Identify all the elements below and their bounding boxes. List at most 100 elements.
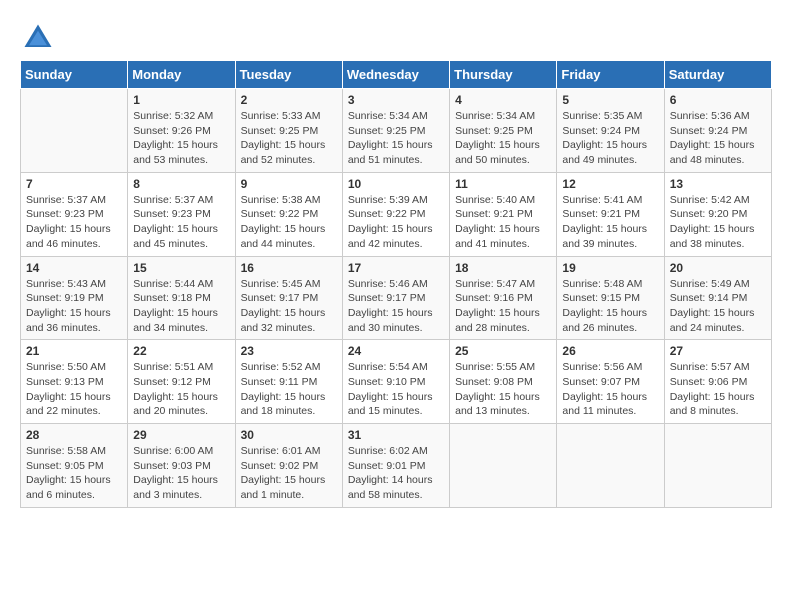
calendar-cell: 18 Sunrise: 5:47 AM Sunset: 9:16 PM Dayli… [450, 256, 557, 340]
week-row-0: 1 Sunrise: 5:32 AM Sunset: 9:26 PM Daylig… [21, 89, 772, 173]
calendar-body: 1 Sunrise: 5:32 AM Sunset: 9:26 PM Daylig… [21, 89, 772, 508]
calendar-cell: 7 Sunrise: 5:37 AM Sunset: 9:23 PM Daylig… [21, 172, 128, 256]
calendar-cell: 23 Sunrise: 5:52 AM Sunset: 9:11 PM Dayli… [235, 340, 342, 424]
cell-content: Sunrise: 5:55 AM Sunset: 9:08 PM Dayligh… [455, 360, 551, 419]
calendar-cell: 25 Sunrise: 5:55 AM Sunset: 9:08 PM Dayli… [450, 340, 557, 424]
day-number: 4 [455, 93, 551, 107]
logo-icon [20, 20, 56, 56]
cell-content: Sunrise: 5:57 AM Sunset: 9:06 PM Dayligh… [670, 360, 766, 419]
cell-content: Sunrise: 5:52 AM Sunset: 9:11 PM Dayligh… [241, 360, 337, 419]
calendar-cell: 10 Sunrise: 5:39 AM Sunset: 9:22 PM Dayli… [342, 172, 449, 256]
day-number: 5 [562, 93, 658, 107]
day-number: 26 [562, 344, 658, 358]
week-row-2: 14Sunrise: 5:43 AM Sunset: 9:19 PM Dayli… [21, 256, 772, 340]
cell-content: Sunrise: 5:32 AM Sunset: 9:26 PM Dayligh… [133, 109, 229, 168]
logo [20, 20, 60, 56]
calendar-table: SundayMondayTuesdayWednesdayThursdayFrid… [20, 60, 772, 508]
calendar-header: SundayMondayTuesdayWednesdayThursdayFrid… [21, 61, 772, 89]
calendar-cell: 2 Sunrise: 5:33 AM Sunset: 9:25 PM Daylig… [235, 89, 342, 173]
day-number: 29 [133, 428, 229, 442]
week-row-1: 7 Sunrise: 5:37 AM Sunset: 9:23 PM Daylig… [21, 172, 772, 256]
calendar-cell: 21Sunrise: 5:50 AM Sunset: 9:13 PM Dayli… [21, 340, 128, 424]
calendar-cell: 31 Sunrise: 6:02 AM Sunset: 9:01 PM Dayli… [342, 424, 449, 508]
day-number: 19 [562, 261, 658, 275]
day-header-thursday: Thursday [450, 61, 557, 89]
day-number: 10 [348, 177, 444, 191]
cell-content: Sunrise: 5:48 AM Sunset: 9:15 PM Dayligh… [562, 277, 658, 336]
calendar-cell: 26Sunrise: 5:56 AM Sunset: 9:07 PM Dayli… [557, 340, 664, 424]
calendar-cell: 6 Sunrise: 5:36 AM Sunset: 9:24 PM Daylig… [664, 89, 771, 173]
day-number: 11 [455, 177, 551, 191]
day-header-friday: Friday [557, 61, 664, 89]
cell-content: Sunrise: 5:45 AM Sunset: 9:17 PM Dayligh… [241, 277, 337, 336]
week-row-3: 21Sunrise: 5:50 AM Sunset: 9:13 PM Dayli… [21, 340, 772, 424]
cell-content: Sunrise: 5:44 AM Sunset: 9:18 PM Dayligh… [133, 277, 229, 336]
cell-content: Sunrise: 5:47 AM Sunset: 9:16 PM Dayligh… [455, 277, 551, 336]
calendar-cell: 1 Sunrise: 5:32 AM Sunset: 9:26 PM Daylig… [128, 89, 235, 173]
day-header-saturday: Saturday [664, 61, 771, 89]
calendar-cell: 4Sunrise: 5:34 AM Sunset: 9:25 PM Daylig… [450, 89, 557, 173]
calendar-cell: 11 Sunrise: 5:40 AM Sunset: 9:21 PM Dayli… [450, 172, 557, 256]
calendar-cell: 27 Sunrise: 5:57 AM Sunset: 9:06 PM Dayli… [664, 340, 771, 424]
day-number: 27 [670, 344, 766, 358]
calendar-cell: 29 Sunrise: 6:00 AM Sunset: 9:03 PM Dayli… [128, 424, 235, 508]
cell-content: Sunrise: 5:54 AM Sunset: 9:10 PM Dayligh… [348, 360, 444, 419]
day-number: 18 [455, 261, 551, 275]
day-number: 2 [241, 93, 337, 107]
day-number: 30 [241, 428, 337, 442]
header-row: SundayMondayTuesdayWednesdayThursdayFrid… [21, 61, 772, 89]
day-number: 24 [348, 344, 444, 358]
day-number: 22 [133, 344, 229, 358]
cell-content: Sunrise: 5:46 AM Sunset: 9:17 PM Dayligh… [348, 277, 444, 336]
calendar-cell: 14Sunrise: 5:43 AM Sunset: 9:19 PM Dayli… [21, 256, 128, 340]
calendar-cell [450, 424, 557, 508]
day-number: 21 [26, 344, 122, 358]
cell-content: Sunrise: 5:33 AM Sunset: 9:25 PM Dayligh… [241, 109, 337, 168]
calendar-cell: 3 Sunrise: 5:34 AM Sunset: 9:25 PM Daylig… [342, 89, 449, 173]
calendar-cell: 30 Sunrise: 6:01 AM Sunset: 9:02 PM Dayli… [235, 424, 342, 508]
day-number: 13 [670, 177, 766, 191]
day-number: 25 [455, 344, 551, 358]
day-number: 28 [26, 428, 122, 442]
cell-content: Sunrise: 5:39 AM Sunset: 9:22 PM Dayligh… [348, 193, 444, 252]
week-row-4: 28 Sunrise: 5:58 AM Sunset: 9:05 PM Dayli… [21, 424, 772, 508]
cell-content: Sunrise: 6:00 AM Sunset: 9:03 PM Dayligh… [133, 444, 229, 503]
cell-content: Sunrise: 5:34 AM Sunset: 9:25 PM Dayligh… [348, 109, 444, 168]
calendar-cell: 5 Sunrise: 5:35 AM Sunset: 9:24 PM Daylig… [557, 89, 664, 173]
calendar-cell [557, 424, 664, 508]
day-number: 3 [348, 93, 444, 107]
calendar-cell: 20 Sunrise: 5:49 AM Sunset: 9:14 PM Dayli… [664, 256, 771, 340]
cell-content: Sunrise: 5:36 AM Sunset: 9:24 PM Dayligh… [670, 109, 766, 168]
cell-content: Sunrise: 5:38 AM Sunset: 9:22 PM Dayligh… [241, 193, 337, 252]
calendar-cell: 24 Sunrise: 5:54 AM Sunset: 9:10 PM Dayli… [342, 340, 449, 424]
cell-content: Sunrise: 5:51 AM Sunset: 9:12 PM Dayligh… [133, 360, 229, 419]
calendar-cell: 19 Sunrise: 5:48 AM Sunset: 9:15 PM Dayli… [557, 256, 664, 340]
day-number: 31 [348, 428, 444, 442]
day-number: 6 [670, 93, 766, 107]
calendar-cell: 17Sunrise: 5:46 AM Sunset: 9:17 PM Dayli… [342, 256, 449, 340]
day-number: 12 [562, 177, 658, 191]
cell-content: Sunrise: 5:37 AM Sunset: 9:23 PM Dayligh… [133, 193, 229, 252]
day-number: 1 [133, 93, 229, 107]
calendar-cell: 16 Sunrise: 5:45 AM Sunset: 9:17 PM Dayli… [235, 256, 342, 340]
calendar-cell: 9Sunrise: 5:38 AM Sunset: 9:22 PM Daylig… [235, 172, 342, 256]
day-header-wednesday: Wednesday [342, 61, 449, 89]
cell-content: Sunrise: 6:01 AM Sunset: 9:02 PM Dayligh… [241, 444, 337, 503]
calendar-cell: 12Sunrise: 5:41 AM Sunset: 9:21 PM Dayli… [557, 172, 664, 256]
day-number: 23 [241, 344, 337, 358]
cell-content: Sunrise: 5:49 AM Sunset: 9:14 PM Dayligh… [670, 277, 766, 336]
day-number: 8 [133, 177, 229, 191]
cell-content: Sunrise: 5:58 AM Sunset: 9:05 PM Dayligh… [26, 444, 122, 503]
day-number: 16 [241, 261, 337, 275]
day-number: 15 [133, 261, 229, 275]
cell-content: Sunrise: 6:02 AM Sunset: 9:01 PM Dayligh… [348, 444, 444, 503]
day-header-tuesday: Tuesday [235, 61, 342, 89]
day-number: 7 [26, 177, 122, 191]
page-header [20, 20, 772, 56]
cell-content: Sunrise: 5:37 AM Sunset: 9:23 PM Dayligh… [26, 193, 122, 252]
cell-content: Sunrise: 5:35 AM Sunset: 9:24 PM Dayligh… [562, 109, 658, 168]
day-number: 20 [670, 261, 766, 275]
day-header-sunday: Sunday [21, 61, 128, 89]
calendar-cell [21, 89, 128, 173]
cell-content: Sunrise: 5:40 AM Sunset: 9:21 PM Dayligh… [455, 193, 551, 252]
